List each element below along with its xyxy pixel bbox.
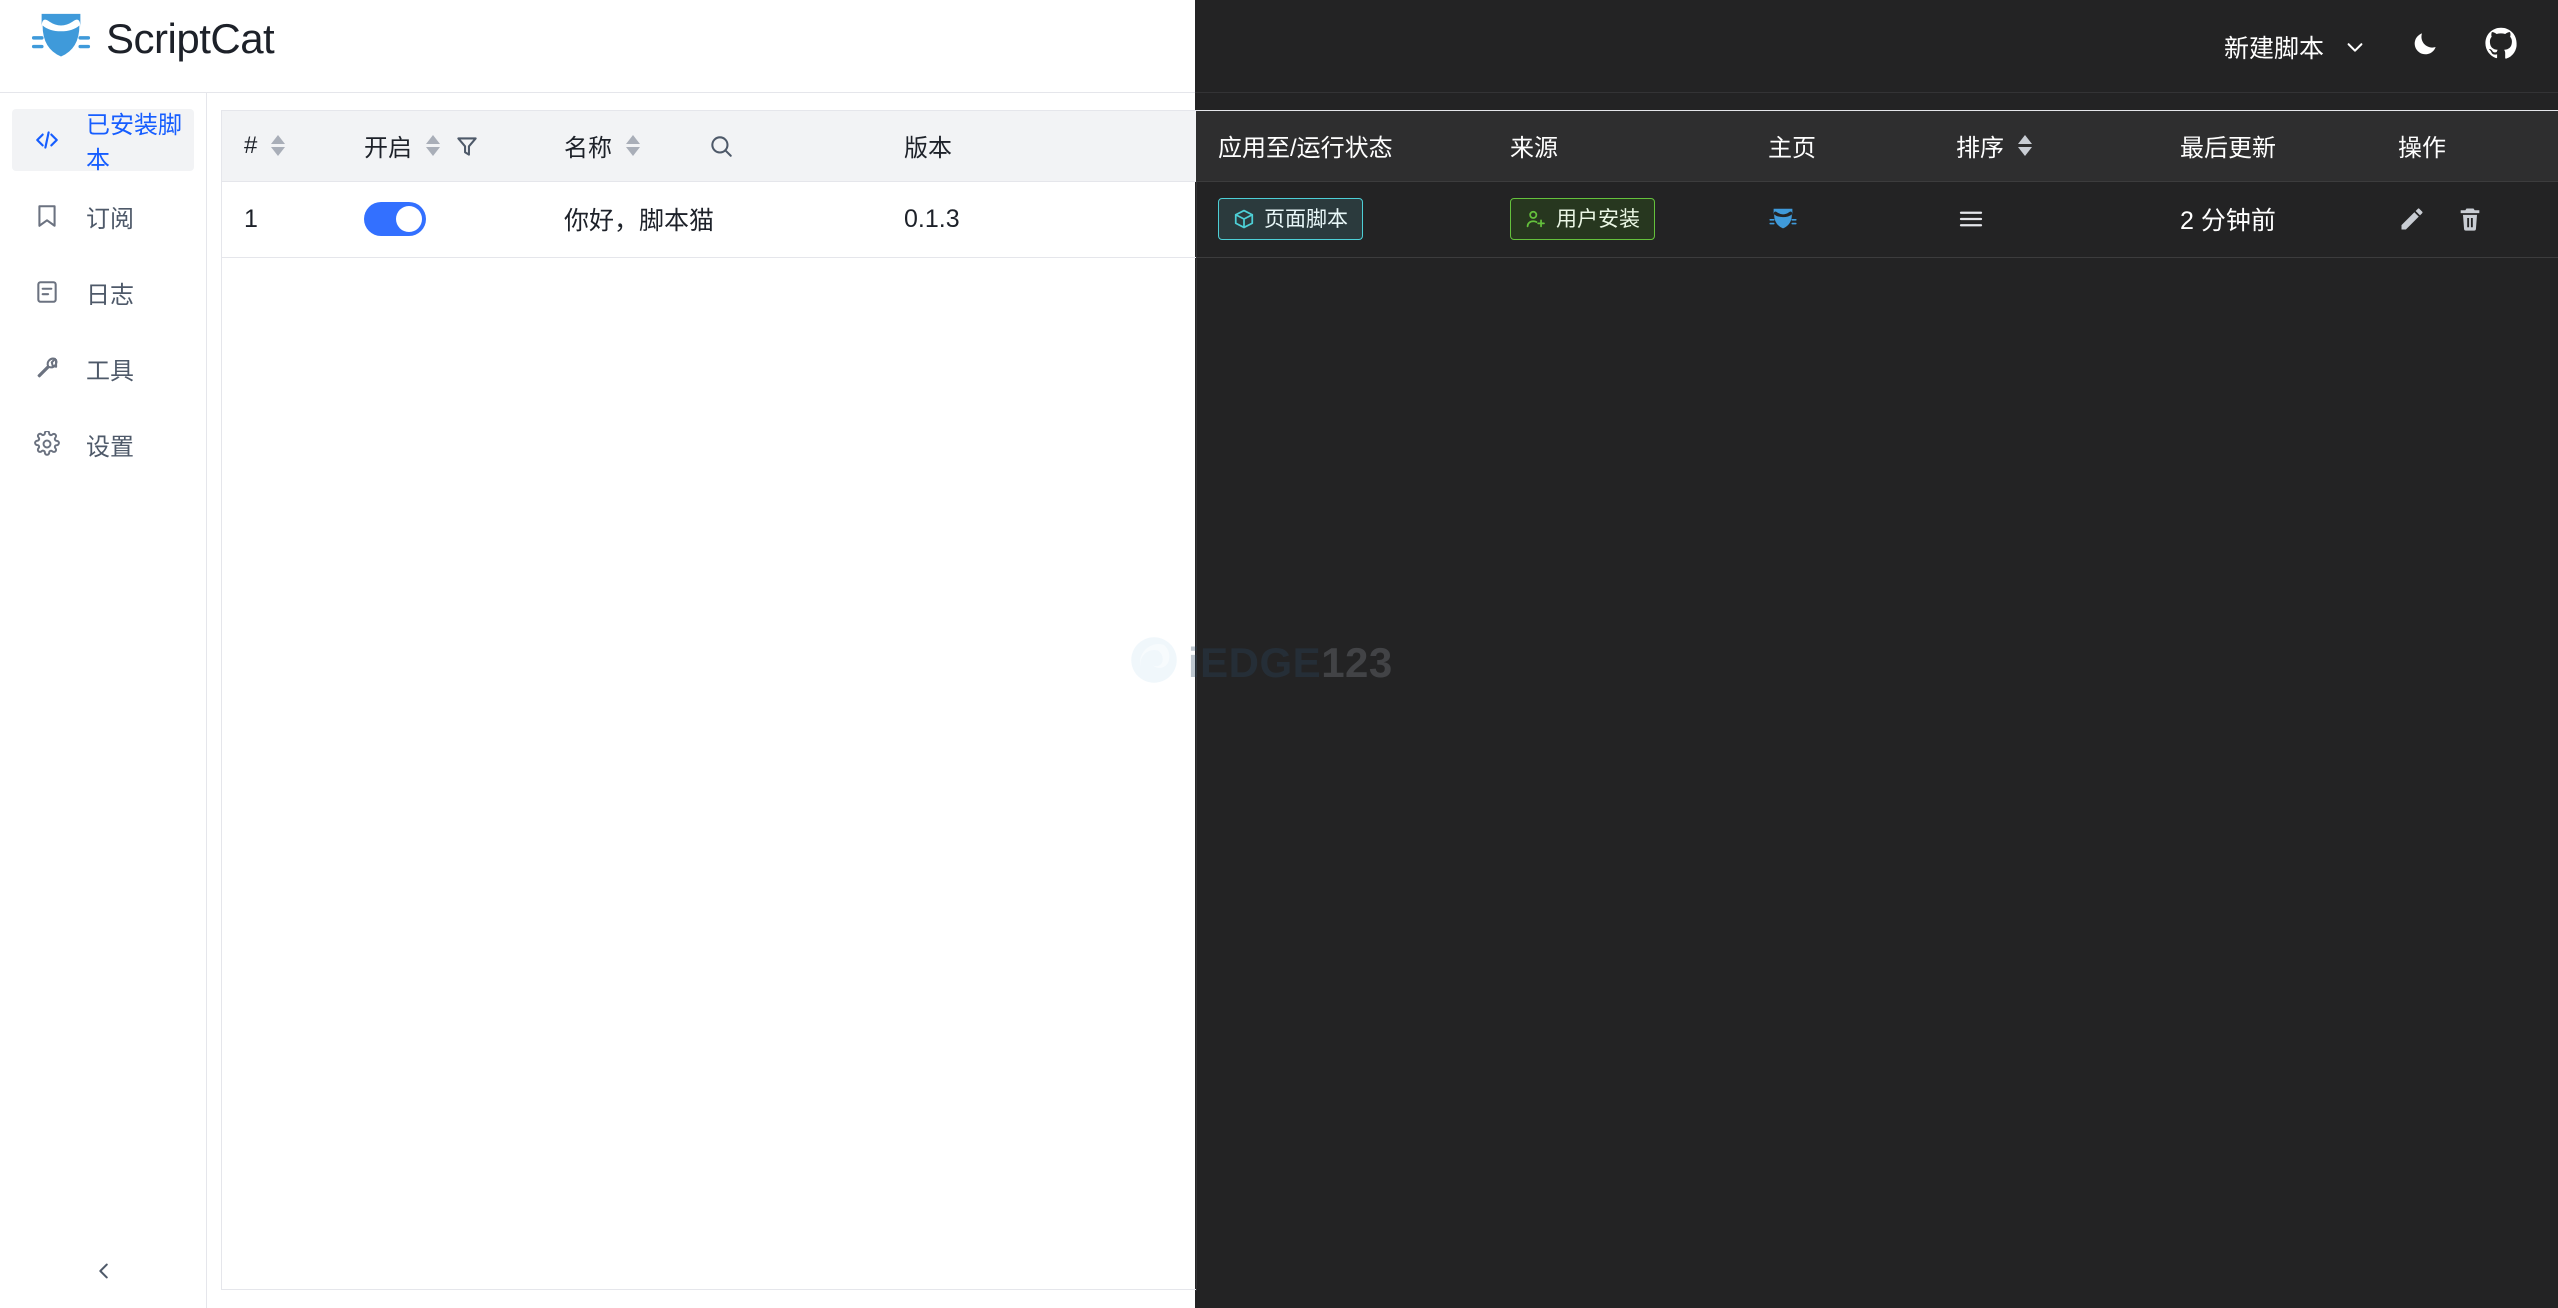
cell-actions xyxy=(2376,181,2558,258)
sidebar-item-subscriptions[interactable]: 订阅 xyxy=(12,185,194,247)
gear-icon xyxy=(34,430,60,457)
chevron-down-icon xyxy=(2344,36,2366,58)
header-actions: 新建脚本 xyxy=(2210,0,2532,93)
app-header: ScriptCat 新建脚本 xyxy=(0,0,2558,93)
column-header-action: 操作 xyxy=(2376,111,2558,182)
brand[interactable]: ScriptCat xyxy=(30,8,275,70)
trash-icon[interactable] xyxy=(2456,205,2484,233)
bookmark-icon xyxy=(34,203,60,229)
installed-scripts-table: # 开启 名称 版本 应用至/运行状态 来源 主页 排序 最后更新 操作 1 你… xyxy=(222,111,2558,258)
cube-icon xyxy=(1233,208,1255,230)
search-icon[interactable] xyxy=(708,133,734,159)
theme-toggle-button[interactable] xyxy=(2394,16,2456,78)
column-label: 来源 xyxy=(1510,135,1558,163)
column-header-applyto: 应用至/运行状态 xyxy=(1196,111,1488,182)
code-brackets-icon xyxy=(34,127,60,153)
sidebar-item-label: 设置 xyxy=(86,433,134,461)
cell-enable xyxy=(342,181,542,258)
table-dark-half xyxy=(1196,111,2558,1291)
new-script-button[interactable]: 新建脚本 xyxy=(2210,19,2380,75)
github-icon xyxy=(2484,27,2518,66)
column-header-order[interactable]: 排序 xyxy=(1934,111,2158,182)
column-label: 主页 xyxy=(1768,135,1816,163)
cell-name[interactable]: 你好，脚本猫 xyxy=(542,181,882,258)
moon-icon xyxy=(2410,29,2440,64)
column-label: 版本 xyxy=(904,135,952,163)
cell-applyto: 页面脚本 xyxy=(1196,181,1488,258)
sort-toggle-index[interactable] xyxy=(271,135,286,157)
sidebar-item-label: 工具 xyxy=(86,357,134,385)
main-content: # 开启 名称 版本 应用至/运行状态 来源 主页 排序 最后更新 操作 1 你… xyxy=(207,93,2558,1308)
brand-name: ScriptCat xyxy=(106,15,275,62)
column-header-enable[interactable]: 开启 xyxy=(342,111,542,182)
app-root: ScriptCat 新建脚本 已安装脚本 订阅 日志 工具 设置 # 开启 名称… xyxy=(0,0,2558,1308)
sidebar-item-label: 已安装脚本 xyxy=(86,112,182,174)
github-link-button[interactable] xyxy=(2470,16,2532,78)
script-table-card: # 开启 名称 版本 应用至/运行状态 来源 主页 排序 最后更新 操作 1 你… xyxy=(221,110,2558,1291)
script-enable-toggle[interactable] xyxy=(364,202,426,236)
sort-toggle-order[interactable] xyxy=(2018,135,2032,157)
badge-page-script[interactable]: 页面脚本 xyxy=(1218,198,1363,240)
column-header-index[interactable]: # xyxy=(222,111,342,182)
column-label: # xyxy=(244,131,258,159)
cell-version: 0.1.3 xyxy=(882,181,1196,258)
cell-order xyxy=(1934,181,2158,258)
user-add-icon xyxy=(1525,208,1547,230)
filter-icon[interactable] xyxy=(454,133,480,159)
column-header-home: 主页 xyxy=(1746,111,1934,182)
badge-user-install[interactable]: 用户安装 xyxy=(1510,198,1655,240)
column-label: 最后更新 xyxy=(2180,135,2276,163)
wrench-icon xyxy=(34,355,60,381)
sidebar-item-tools[interactable]: 工具 xyxy=(12,337,194,399)
cell-index: 1 xyxy=(222,181,342,258)
sort-toggle-name[interactable] xyxy=(626,135,640,157)
table-row: 1 你好，脚本猫 0.1.3 页面脚本 用户安装 2 分钟前 xyxy=(222,181,2558,258)
sidebar-collapse-button[interactable] xyxy=(0,1234,207,1308)
column-label: 名称 xyxy=(564,135,612,163)
cell-home xyxy=(1746,181,1934,258)
scriptcat-cat-icon[interactable] xyxy=(1768,204,1934,234)
sidebar-item-label: 订阅 xyxy=(86,205,134,233)
column-header-name[interactable]: 名称 xyxy=(542,111,882,182)
document-lines-icon xyxy=(34,279,60,305)
sort-toggle-enable[interactable] xyxy=(426,135,440,157)
sidebar-item-installed-scripts[interactable]: 已安装脚本 xyxy=(12,109,194,174)
cell-source: 用户安装 xyxy=(1488,181,1746,258)
pencil-icon[interactable] xyxy=(2398,205,2426,233)
column-label: 开启 xyxy=(364,135,412,163)
sidebar-menu: 已安装脚本 订阅 日志 工具 设置 xyxy=(0,93,206,475)
column-label: 排序 xyxy=(1956,135,2004,163)
cell-updated: 2 分钟前 xyxy=(2158,181,2376,258)
column-header-version: 版本 xyxy=(882,111,1196,182)
sidebar-item-logs[interactable]: 日志 xyxy=(12,261,194,323)
column-label: 操作 xyxy=(2398,135,2446,163)
column-header-source: 来源 xyxy=(1488,111,1746,182)
toggle-knob xyxy=(396,206,422,232)
scriptcat-cat-logo-icon xyxy=(30,8,92,70)
sidebar-item-settings[interactable]: 设置 xyxy=(12,413,194,475)
drag-handle-icon[interactable] xyxy=(1956,204,2158,234)
table-header-row: # 开启 名称 版本 应用至/运行状态 来源 主页 排序 最后更新 操作 xyxy=(222,111,2558,182)
chevron-left-icon xyxy=(93,1260,115,1282)
new-script-label: 新建脚本 xyxy=(2223,34,2324,63)
sidebar-item-label: 日志 xyxy=(86,281,134,309)
column-label: 应用至/运行状态 xyxy=(1218,135,1393,163)
badge-label: 页面脚本 xyxy=(1264,207,1348,231)
column-header-updated: 最后更新 xyxy=(2158,111,2376,182)
sidebar: 已安装脚本 订阅 日志 工具 设置 xyxy=(0,93,207,1308)
badge-label: 用户安装 xyxy=(1556,207,1640,231)
